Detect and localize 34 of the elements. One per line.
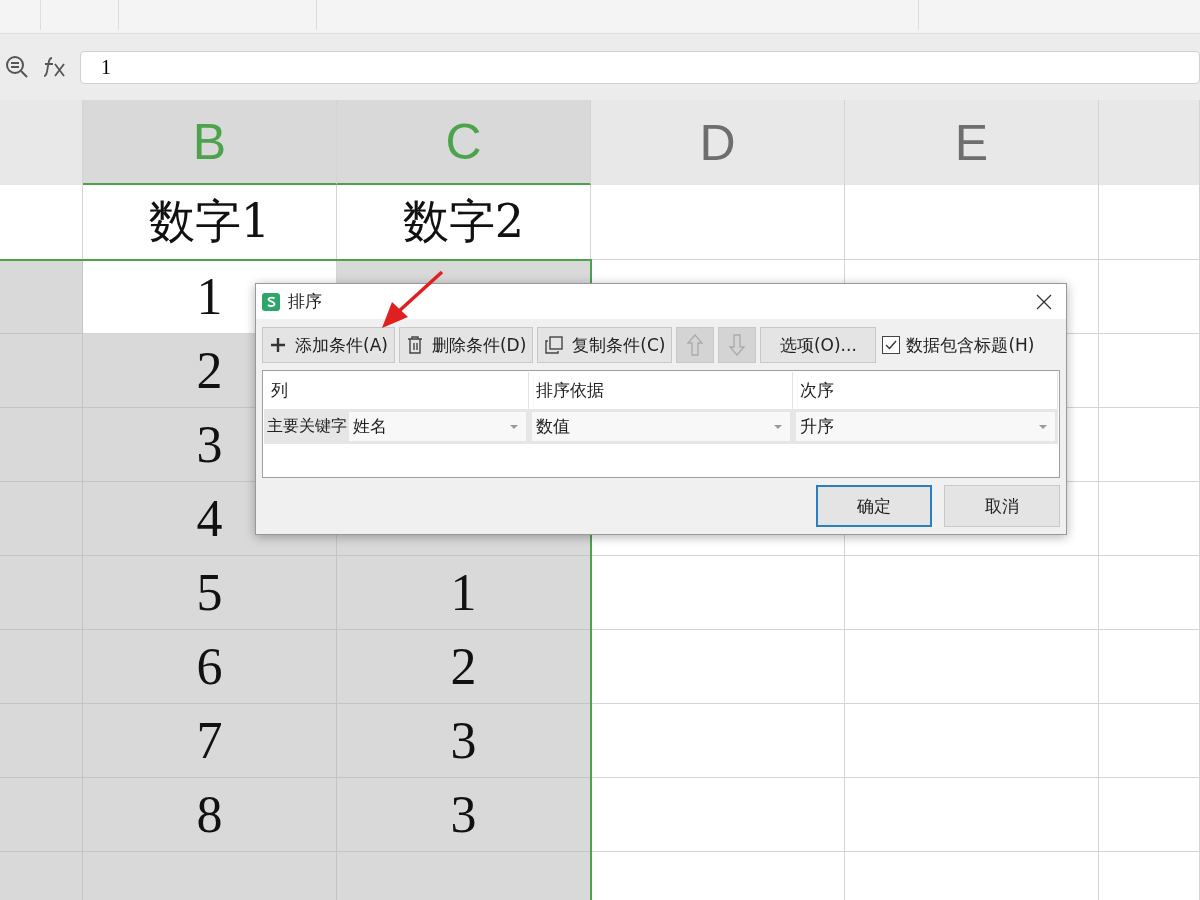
table-cell: 3: [337, 704, 591, 778]
function-icon[interactable]: [42, 56, 68, 78]
dialog-title: 排序: [288, 290, 323, 313]
column-dropdown[interactable]: 姓名: [349, 412, 526, 441]
app-logo-icon: [262, 292, 280, 311]
cancel-button[interactable]: 取消: [944, 485, 1060, 527]
table-cell: 7: [83, 704, 337, 778]
sort-basis-dropdown[interactable]: 数值: [532, 412, 790, 441]
down-arrow-icon: [728, 333, 747, 357]
checkbox[interactable]: [882, 336, 901, 354]
column-header[interactable]: D: [591, 100, 845, 185]
table-cell: 2: [337, 630, 591, 704]
table-cell: 数字2: [337, 185, 591, 260]
table-cell: 8: [83, 778, 337, 852]
ok-button[interactable]: 确定: [816, 485, 932, 527]
delete-condition-button[interactable]: 删除条件(D): [398, 327, 534, 363]
close-icon[interactable]: [1036, 293, 1052, 310]
header-checkbox[interactable]: 数据包含标题(H): [882, 333, 1035, 357]
table-cell: 1: [337, 556, 591, 630]
add-condition-button[interactable]: 添加条件(A): [262, 327, 395, 363]
trash-icon: [405, 335, 424, 355]
copy-icon: [544, 335, 565, 355]
table-cell: 3: [337, 778, 591, 852]
order-dropdown[interactable]: 升序: [796, 412, 1055, 441]
table-cell: 5: [83, 556, 337, 630]
up-arrow-icon: [686, 333, 705, 357]
table-cell: 6: [83, 630, 337, 704]
table-cell: 数字1: [83, 185, 337, 260]
plus-icon: [269, 336, 287, 354]
options-button[interactable]: 选项(O)...: [760, 327, 877, 363]
copy-condition-button[interactable]: 复制条件(C): [537, 327, 673, 363]
zoom-out-icon[interactable]: [4, 54, 30, 80]
column-header[interactable]: E: [845, 100, 1099, 185]
formula-input[interactable]: 1: [80, 50, 1200, 84]
